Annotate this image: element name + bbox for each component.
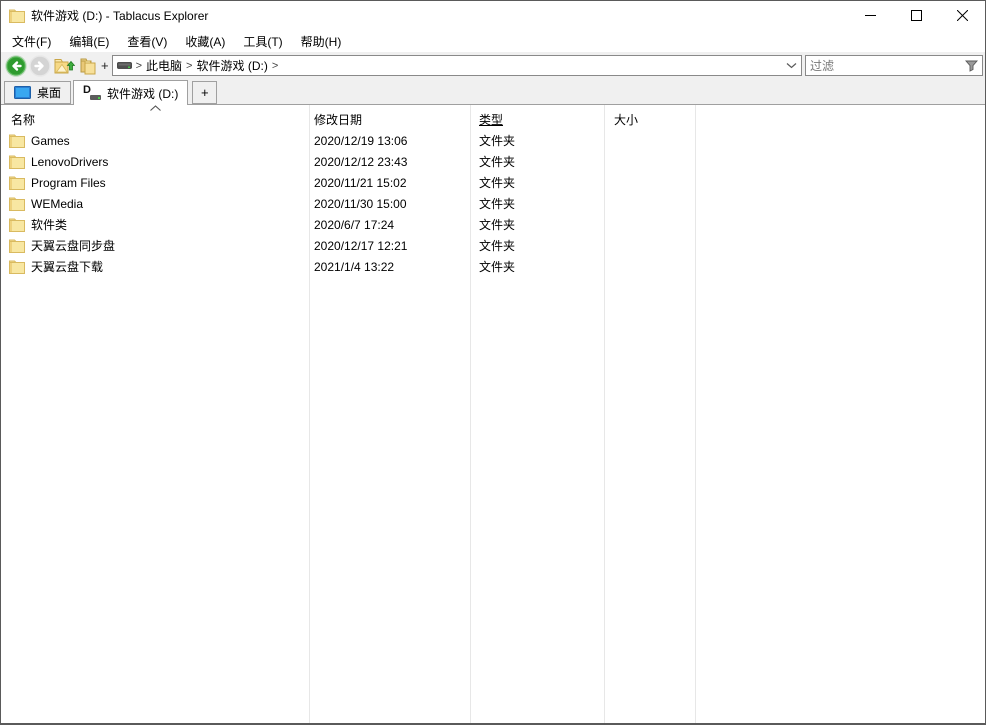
file-date: 2020/12/17 12:21 — [309, 239, 470, 253]
column-header-size[interactable]: 大小 — [604, 111, 695, 128]
new-tab-button[interactable]: + — [192, 81, 217, 104]
back-button[interactable] — [4, 54, 28, 78]
table-row[interactable]: WEMedia 2020/11/30 15:00 文件夹 — [1, 193, 985, 214]
maximize-button[interactable] — [893, 1, 939, 30]
table-row[interactable]: 软件类 2020/6/7 17:24 文件夹 — [1, 214, 985, 235]
file-type: 文件夹 — [470, 216, 604, 233]
breadcrumb-separator: > — [132, 60, 146, 72]
table-row[interactable]: Games 2020/12/19 13:06 文件夹 — [1, 130, 985, 151]
tab-desktop-label: 桌面 — [37, 84, 61, 101]
menu-edit[interactable]: 编辑(E) — [60, 30, 118, 53]
column-header-date[interactable]: 修改日期 — [309, 111, 470, 128]
file-date: 2020/11/21 15:02 — [309, 176, 470, 190]
file-name: 软件类 — [31, 216, 67, 233]
file-date: 2020/12/12 23:43 — [309, 155, 470, 169]
folder-icon — [9, 134, 25, 148]
address-bar[interactable]: > 此电脑 > 软件游戏 (D:) > — [112, 55, 802, 76]
tablacus-explorer-window: 软件游戏 (D:) - Tablacus Explorer 文件(F) 编辑(E… — [0, 0, 986, 725]
tab-drive-d-label: 软件游戏 (D:) — [107, 85, 178, 102]
table-row[interactable]: LenovoDrivers 2020/12/12 23:43 文件夹 — [1, 151, 985, 172]
file-type: 文件夹 — [470, 132, 604, 149]
filter-funnel-icon[interactable] — [961, 60, 982, 72]
drive-d-icon: D — [83, 86, 101, 100]
filter-input[interactable] — [806, 57, 961, 74]
folders-icon — [78, 56, 99, 76]
folder-icon — [9, 218, 25, 232]
close-button[interactable] — [939, 1, 985, 30]
folder-app-icon — [9, 9, 25, 23]
folder-icon — [9, 239, 25, 253]
breadcrumb-separator: > — [182, 60, 196, 72]
add-toolbar-label[interactable]: + — [100, 58, 112, 73]
column-header-name[interactable]: 名称 — [1, 111, 309, 128]
file-name: Games — [31, 134, 70, 148]
menu-help[interactable]: 帮助(H) — [292, 30, 351, 53]
file-rows: Games 2020/12/19 13:06 文件夹 LenovoDrivers… — [1, 130, 985, 277]
menu-file[interactable]: 文件(F) — [3, 30, 60, 53]
file-list-panel: 名称 修改日期 类型 大小 Games 2020/12/19 13:06 文件夹 — [1, 105, 985, 723]
new-tab-plus-label: + — [201, 85, 209, 100]
file-type: 文件夹 — [470, 174, 604, 191]
file-name: Program Files — [31, 176, 106, 190]
table-row[interactable]: Program Files 2020/11/21 15:02 文件夹 — [1, 172, 985, 193]
file-date: 2020/11/30 15:00 — [309, 197, 470, 211]
menu-favorites[interactable]: 收藏(A) — [176, 30, 234, 53]
forward-arrow-icon — [29, 55, 51, 77]
menu-view[interactable]: 查看(V) — [118, 30, 176, 53]
file-type: 文件夹 — [470, 258, 604, 275]
folder-icon — [9, 155, 25, 169]
title-bar[interactable]: 软件游戏 (D:) - Tablacus Explorer — [1, 1, 985, 30]
file-date: 2020/12/19 13:06 — [309, 134, 470, 148]
file-name: 天翼云盘同步盘 — [31, 237, 115, 254]
tab-bar: 桌面 D 软件游戏 (D:) + — [1, 79, 985, 105]
drive-icon — [117, 61, 132, 70]
minimize-button[interactable] — [847, 1, 893, 30]
file-name: WEMedia — [31, 197, 83, 211]
file-type: 文件夹 — [470, 153, 604, 170]
file-name: LenovoDrivers — [31, 155, 108, 169]
file-type: 文件夹 — [470, 237, 604, 254]
file-date: 2020/6/7 17:24 — [309, 218, 470, 232]
list-column-headers: 名称 修改日期 类型 大小 — [1, 108, 985, 130]
tab-drive-d[interactable]: D 软件游戏 (D:) — [73, 80, 188, 105]
table-row[interactable]: 天翼云盘同步盘 2020/12/17 12:21 文件夹 — [1, 235, 985, 256]
menu-tools[interactable]: 工具(T) — [234, 30, 291, 53]
breadcrumb-separator: > — [268, 60, 282, 72]
column-header-type[interactable]: 类型 — [470, 111, 604, 128]
folder-icon — [9, 176, 25, 190]
address-dropdown-chevron-icon[interactable] — [784, 62, 799, 69]
file-date: 2021/1/4 13:22 — [309, 260, 470, 274]
folder-icon — [9, 197, 25, 211]
window-title: 软件游戏 (D:) - Tablacus Explorer — [31, 7, 208, 24]
new-folder-window-button[interactable] — [76, 54, 100, 78]
file-name: 天翼云盘下载 — [31, 258, 103, 275]
breadcrumb-this-pc[interactable]: 此电脑 — [146, 57, 182, 74]
tab-desktop[interactable]: 桌面 — [4, 81, 71, 104]
breadcrumb-current-drive[interactable]: 软件游戏 (D:) — [196, 57, 267, 74]
navigation-toolbar: + > 此电脑 > 软件游戏 (D:) > — [1, 52, 985, 79]
desktop-icon — [14, 86, 31, 99]
menu-bar: 文件(F) 编辑(E) 查看(V) 收藏(A) 工具(T) 帮助(H) — [1, 30, 985, 52]
up-button[interactable] — [52, 54, 76, 78]
folder-up-icon — [53, 56, 75, 76]
table-row[interactable]: 天翼云盘下载 2021/1/4 13:22 文件夹 — [1, 256, 985, 277]
forward-button[interactable] — [28, 54, 52, 78]
file-type: 文件夹 — [470, 195, 604, 212]
filter-box — [805, 55, 983, 76]
back-arrow-icon — [5, 55, 27, 77]
folder-icon — [9, 260, 25, 274]
